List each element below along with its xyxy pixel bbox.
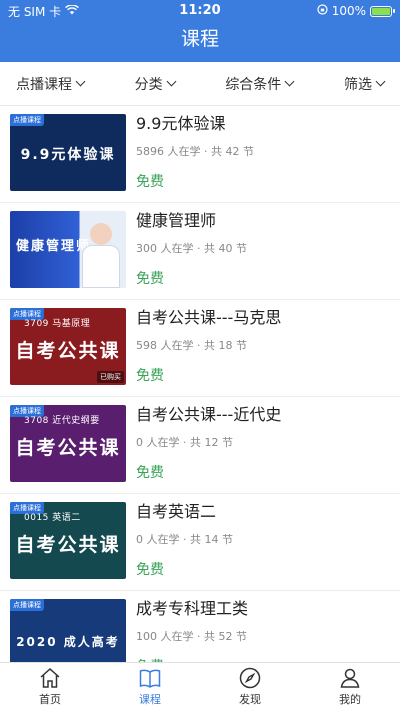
thumbnail-text: 自考公共课 [15, 340, 121, 362]
tab-mine[interactable]: 我的 [300, 663, 400, 710]
course-code: 3709 马基原理 [24, 319, 91, 329]
course-meta: 0 人在学 · 共 14 节 [136, 533, 233, 546]
course-price: 免费 [136, 368, 164, 384]
course-item[interactable]: 点播课程 0015 英语二 自考公共课 自考英语二 0 人在学 · 共 14 节… [0, 494, 400, 591]
course-meta: 5896 人在学 · 共 42 节 [136, 145, 254, 158]
header: 无 SIM 卡 11:20 100% 课程 [0, 0, 400, 62]
status-time: 11:20 [179, 3, 221, 18]
filter-sort[interactable]: 综合条件 [225, 74, 295, 94]
tab-label: 课程 [139, 693, 161, 706]
tab-discover[interactable]: 发现 [200, 663, 300, 710]
course-list: 点播课程 9.9元体验课 9.9元体验课 5896 人在学 · 共 42 节 免… [0, 106, 400, 662]
vod-tag: 点播课程 [10, 114, 44, 126]
chevron-down-icon [284, 76, 295, 87]
status-bar: 无 SIM 卡 11:20 100% [0, 0, 400, 22]
course-thumbnail: 点播课程 9.9元体验课 [10, 114, 126, 191]
page-title: 课程 [180, 28, 219, 50]
course-item[interactable]: 点播课程 2020 成人高考 成考专科理工类 100 人在学 · 共 52 节 … [0, 591, 400, 662]
tab-label: 发现 [239, 693, 261, 706]
filter-course-type[interactable]: 点播课程 [16, 74, 86, 94]
course-meta: 100 人在学 · 共 52 节 [136, 630, 247, 643]
course-item[interactable]: 点播课程 9.9元体验课 9.9元体验课 5896 人在学 · 共 42 节 免… [0, 106, 400, 203]
filter-category[interactable]: 分类 [134, 74, 177, 94]
doctor-coat [82, 245, 120, 288]
course-title: 自考公共课---近代史 [136, 405, 282, 424]
course-price: 免费 [136, 174, 164, 190]
vod-tag: 点播课程 [10, 599, 44, 611]
course-thumbnail: 点播课程 0015 英语二 自考公共课 [10, 502, 126, 579]
filter-bar: 点播课程 分类 综合条件 筛选 [0, 62, 400, 106]
course-thumbnail: 点播课程 2020 成人高考 [10, 599, 126, 662]
filter-label: 分类 [134, 76, 163, 93]
course-price: 免费 [136, 465, 164, 481]
chevron-down-icon [166, 76, 177, 87]
course-thumbnail: 点播课程 3709 马基原理 自考公共课 已购买 [10, 308, 126, 385]
course-meta: 598 人在学 · 共 18 节 [136, 339, 247, 352]
battery-icon [370, 5, 395, 17]
thumbnail-text: 自考公共课 [15, 534, 121, 556]
purchased-badge: 已购买 [97, 371, 124, 383]
book-icon [139, 669, 161, 688]
course-item[interactable]: 点播课程 3708 近代史纲要 自考公共课 自考公共课---近代史 0 人在学 … [0, 397, 400, 494]
thumbnail-text: 9.9元体验课 [20, 147, 116, 163]
tab-courses[interactable]: 课程 [100, 663, 200, 710]
course-title: 健康管理师 [136, 211, 217, 230]
course-meta: 300 人在学 · 共 40 节 [136, 242, 247, 255]
course-thumbnail: 点播课程 3708 近代史纲要 自考公共课 [10, 405, 126, 482]
course-title: 成考专科理工类 [136, 599, 249, 618]
tab-label: 首页 [39, 693, 61, 706]
chevron-down-icon [375, 76, 386, 87]
course-code: 0015 英语二 [24, 513, 81, 523]
chevron-down-icon [75, 76, 86, 87]
course-item[interactable]: 点播课程 3709 马基原理 自考公共课 已购买 自考公共课---马克思 598… [0, 300, 400, 397]
doctor-illustration [90, 223, 112, 245]
course-price: 免费 [136, 271, 164, 287]
filter-screen[interactable]: 筛选 [343, 74, 386, 94]
filter-label: 综合条件 [225, 76, 282, 93]
tab-label: 我的 [339, 693, 361, 706]
course-code: 3708 近代史纲要 [24, 416, 100, 426]
tab-home[interactable]: 首页 [0, 663, 100, 710]
tab-bar: 首页 课程 发现 我的 [0, 662, 400, 710]
course-title: 自考公共课---马克思 [136, 308, 282, 327]
course-item[interactable]: 健康管理师 健康管理师 300 人在学 · 共 40 节 免费 [0, 203, 400, 300]
thumbnail-text: 自考公共课 [15, 437, 121, 459]
course-meta: 0 人在学 · 共 12 节 [136, 436, 233, 449]
course-title: 自考英语二 [136, 502, 217, 521]
course-price: 免费 [136, 562, 164, 578]
course-title: 9.9元体验课 [136, 114, 226, 133]
filter-label: 点播课程 [16, 76, 72, 93]
thumbnail-text: 2020 成人高考 [16, 635, 120, 649]
compass-icon [239, 667, 261, 689]
filter-label: 筛选 [343, 76, 372, 93]
person-icon [340, 668, 360, 688]
home-icon [40, 667, 60, 688]
course-thumbnail: 健康管理师 [10, 211, 126, 288]
